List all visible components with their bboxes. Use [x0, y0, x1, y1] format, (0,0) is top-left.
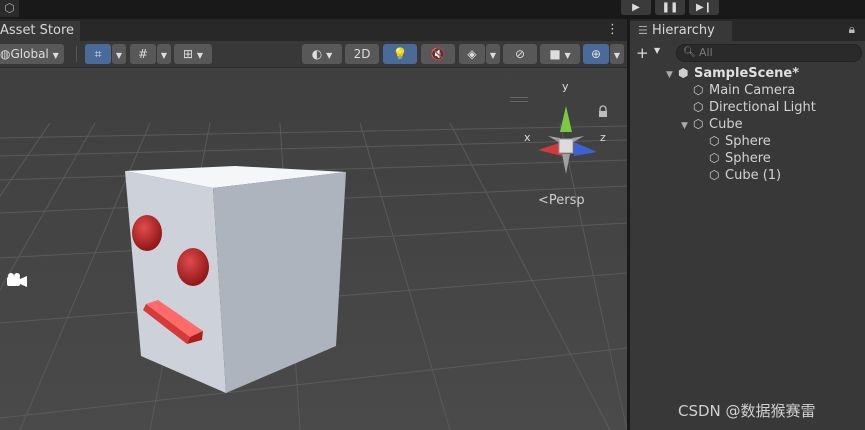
hierarchy-gutter: [630, 65, 666, 430]
hierarchy-toolbar: + ▼ 🔍︎ All: [630, 41, 865, 65]
tab-asset-store[interactable]: Asset Store: [0, 21, 81, 41]
play-icon: ▶: [632, 2, 640, 13]
chevron-down-icon[interactable]: ▼: [654, 46, 660, 55]
gameobject-cube-icon: ⬡: [709, 134, 720, 148]
scene-panel: Asset Store ⋮ ◍Global ▼ ⌗ ▼ # ▼ ⊞ ▼ ◐ ▼ …: [0, 19, 627, 430]
lighting-toggle[interactable]: 💡: [383, 44, 417, 64]
left-eye-sphere: [132, 215, 162, 251]
chevron-down-icon: ▼: [160, 51, 168, 60]
watermark: CSDN @数据猴赛雷: [678, 402, 816, 420]
move-snap-dropdown[interactable]: ▼: [112, 44, 126, 64]
axis-x-label: x: [524, 131, 531, 144]
chevron-down-icon: ▼: [115, 51, 123, 60]
toolbar-divider: [76, 46, 77, 62]
audio-toggle[interactable]: 🔇: [421, 44, 455, 64]
effects-dropdown[interactable]: ▼: [486, 44, 500, 64]
tab-menu-icon[interactable]: ⋮: [606, 21, 619, 39]
move-snap-icon: ⌗: [94, 47, 102, 61]
top-bar: ⬡ ▶ ❚❚ ▶❙: [0, 0, 865, 19]
overlay-drag-handle[interactable]: [510, 97, 528, 102]
gizmos-toggle[interactable]: ⊕: [583, 44, 609, 64]
camera-icon: ■: [549, 47, 561, 61]
globe-icon: ◍: [0, 47, 11, 61]
chevron-down-icon: ▼: [326, 51, 333, 60]
scene-root-item[interactable]: ▼ ⬢ SampleScene*: [666, 65, 799, 82]
pause-icon: ❚❚: [661, 2, 679, 13]
tab-hierarchy[interactable]: ☰ Hierarchy: [630, 21, 732, 41]
lightbulb-icon: 💡: [392, 47, 408, 61]
chevron-down-icon: ▼: [564, 51, 571, 60]
step-button[interactable]: ▶❙: [689, 0, 719, 15]
hierarchy-item-directional-light[interactable]: ⬡ Directional Light: [693, 99, 816, 116]
unity-scene-icon: ⬢: [678, 66, 689, 80]
mute-icon: 🔇: [430, 47, 446, 61]
gizmos-dropdown[interactable]: ▼: [610, 44, 624, 64]
hidden-objects-toggle[interactable]: ⊘: [503, 44, 537, 64]
chevron-down-icon: ▼: [196, 51, 204, 60]
mode-2d-toggle[interactable]: 2D: [345, 44, 379, 64]
hierarchy-item-sphere[interactable]: ⬡ Sphere: [709, 133, 771, 150]
lock-icon[interactable]: 🔒︎: [849, 22, 855, 37]
scene-tab-bar: Asset Store ⋮: [0, 19, 627, 41]
axis-z-label: z: [600, 131, 606, 144]
expand-arrow-icon[interactable]: ▼: [666, 67, 678, 84]
unity-logo-icon[interactable]: ⬡: [0, 0, 19, 17]
projection-toggle[interactable]: <Persp: [538, 193, 585, 208]
gameobject-cube-icon: ⬡: [693, 100, 704, 114]
effects-toggle[interactable]: ◈: [459, 44, 485, 64]
list-icon: ☰: [638, 24, 648, 37]
hierarchy-tree: ▼ ⬢ SampleScene* ⬡ Main Camera ⬡ Directional…: [666, 65, 865, 430]
hierarchy-item-sphere[interactable]: ⬡ Sphere: [709, 150, 771, 167]
hierarchy-search-input[interactable]: 🔍︎ All: [676, 44, 862, 62]
hierarchy-tab-bar: ☰ Hierarchy 🔒︎: [630, 19, 865, 41]
hierarchy-item-main-camera[interactable]: ⬡ Main Camera: [693, 82, 795, 99]
move-snap-toggle[interactable]: ⌗: [85, 44, 111, 64]
increment-snap-dropdown[interactable]: ⊞ ▼: [174, 44, 212, 64]
grid-snap-toggle[interactable]: #: [130, 44, 156, 64]
right-eye-sphere: [177, 248, 209, 286]
scene-toolbar: ◍Global ▼ ⌗ ▼ # ▼ ⊞ ▼ ◐ ▼ 2D 💡 🔇 ◈ ▼ ⊘ ■…: [0, 41, 627, 68]
chevron-down-icon: ▼: [613, 51, 621, 60]
draw-mode-dropdown[interactable]: ◐ ▼: [302, 44, 342, 64]
play-button[interactable]: ▶: [621, 0, 651, 15]
gameobject-cube-icon: ⬡: [693, 83, 704, 97]
axis-y-label: y: [562, 80, 569, 93]
gameobject-cube-icon: ⬡: [709, 151, 720, 165]
camera-dropdown[interactable]: ■ ▼: [540, 44, 580, 64]
gizmo-icon: ⊕: [590, 47, 602, 61]
hierarchy-item-cube[interactable]: ▼ ⬡ Cube: [681, 116, 743, 133]
shading-icon: ◐: [311, 47, 323, 61]
search-icon: 🔍︎: [683, 47, 696, 58]
add-object-button[interactable]: +: [636, 44, 649, 62]
ruler-icon: ⊞: [182, 47, 194, 61]
scene-viewport[interactable]: y x z <Persp: [0, 68, 627, 430]
eye-slash-icon: ⊘: [514, 47, 526, 61]
scene-render: [0, 68, 627, 430]
grid-icon: #: [137, 47, 149, 61]
hierarchy-panel: ☰ Hierarchy 🔒︎ + ▼ 🔍︎ All ▼ ⬢ SampleScene* ⬡…: [630, 19, 865, 430]
expand-arrow-icon[interactable]: ▼: [681, 118, 693, 135]
pivot-global-dropdown[interactable]: ◍Global ▼: [0, 44, 64, 64]
step-icon: ▶❙: [695, 2, 713, 13]
chevron-down-icon: ▼: [489, 51, 497, 60]
layers-icon: ◈: [467, 47, 477, 61]
grid-snap-dropdown[interactable]: ▼: [157, 44, 171, 64]
gameobject-cube-icon: ⬡: [693, 117, 704, 131]
hierarchy-item-cube-1[interactable]: ⬡ Cube (1): [709, 167, 781, 184]
gameobject-cube-icon: ⬡: [709, 168, 720, 182]
pause-button[interactable]: ❚❚: [655, 0, 685, 15]
chevron-down-icon: ▼: [52, 51, 59, 60]
